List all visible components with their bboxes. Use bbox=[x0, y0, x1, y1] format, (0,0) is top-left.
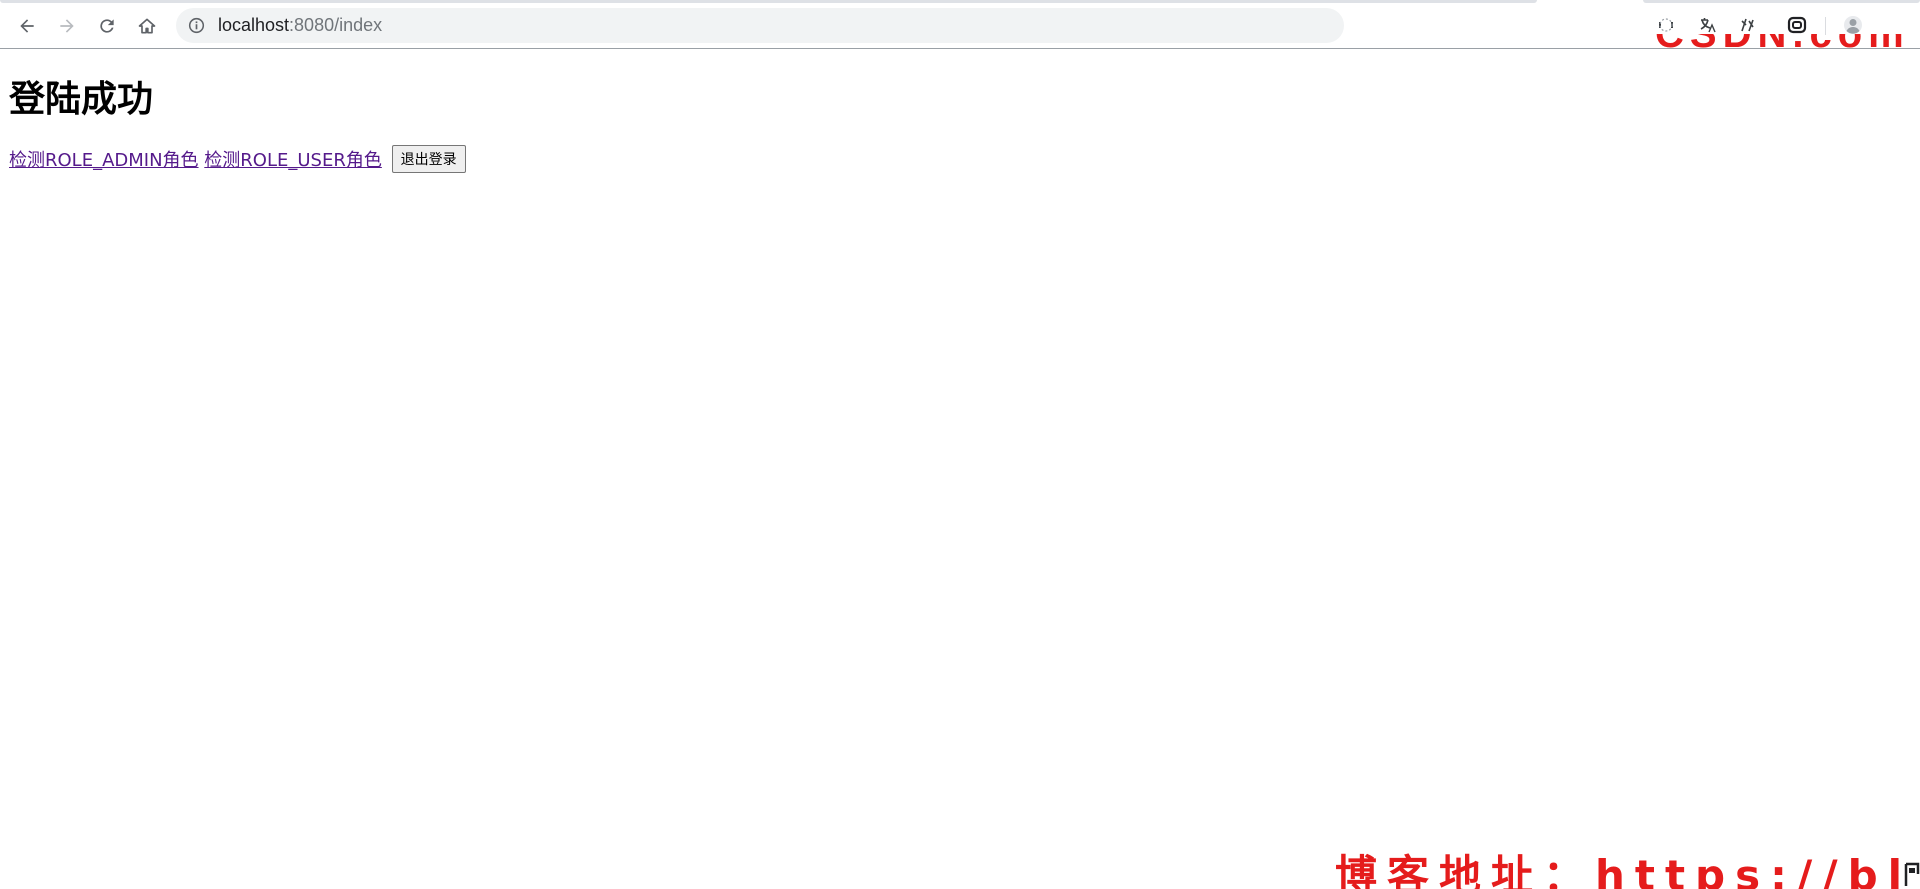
check-role-admin-link[interactable]: 检测ROLE_ADMIN角色 bbox=[9, 150, 199, 171]
url-host: localhost bbox=[218, 15, 290, 35]
back-button[interactable] bbox=[10, 9, 44, 43]
forward-arrow-icon bbox=[60, 19, 74, 33]
action-row: 检测ROLE_ADMIN角色 检测ROLE_USER角色 退出登录 bbox=[9, 145, 466, 175]
corner-icon bbox=[1902, 862, 1920, 889]
home-button[interactable] bbox=[130, 9, 164, 43]
logout-button[interactable]: 退出登录 bbox=[391, 145, 466, 173]
extension-button[interactable] bbox=[1653, 12, 1679, 38]
page-title: 登陆成功 bbox=[9, 79, 154, 120]
translate-button[interactable] bbox=[1694, 12, 1720, 38]
reload-button[interactable] bbox=[90, 9, 124, 43]
check-role-user-link[interactable]: 检测ROLE_USER角色 bbox=[204, 150, 382, 171]
address-bar[interactable]: localhost:8080/index bbox=[176, 8, 1344, 43]
extension-button[interactable] bbox=[1734, 12, 1760, 38]
url-text[interactable]: localhost:8080/index bbox=[218, 8, 382, 43]
watermark-text: 博客地址：https://blog.csdn.net bbox=[1335, 851, 1920, 889]
tab-strip bbox=[0, 0, 1537, 3]
extension-button[interactable] bbox=[1784, 12, 1810, 38]
forward-button[interactable] bbox=[50, 9, 84, 43]
info-icon[interactable] bbox=[188, 17, 205, 34]
toolbar-divider bbox=[1825, 17, 1826, 35]
extension-icon bbox=[1787, 16, 1807, 34]
reload-icon bbox=[100, 19, 114, 33]
extension-icon bbox=[1741, 18, 1754, 32]
watermark: 博客地址：https://blog.csdn.net bbox=[1335, 842, 1920, 889]
profile-button[interactable] bbox=[1840, 12, 1866, 38]
extension-icon bbox=[1659, 18, 1673, 32]
avatar-icon bbox=[1844, 16, 1862, 34]
tab-strip bbox=[1643, 0, 1920, 3]
home-icon bbox=[138, 18, 156, 34]
translate-icon bbox=[1700, 18, 1716, 33]
back-arrow-icon bbox=[20, 19, 34, 33]
browser-toolbar: localhost:8080/index CSDN.com bbox=[0, 0, 1920, 49]
url-path: :8080/index bbox=[289, 15, 383, 35]
